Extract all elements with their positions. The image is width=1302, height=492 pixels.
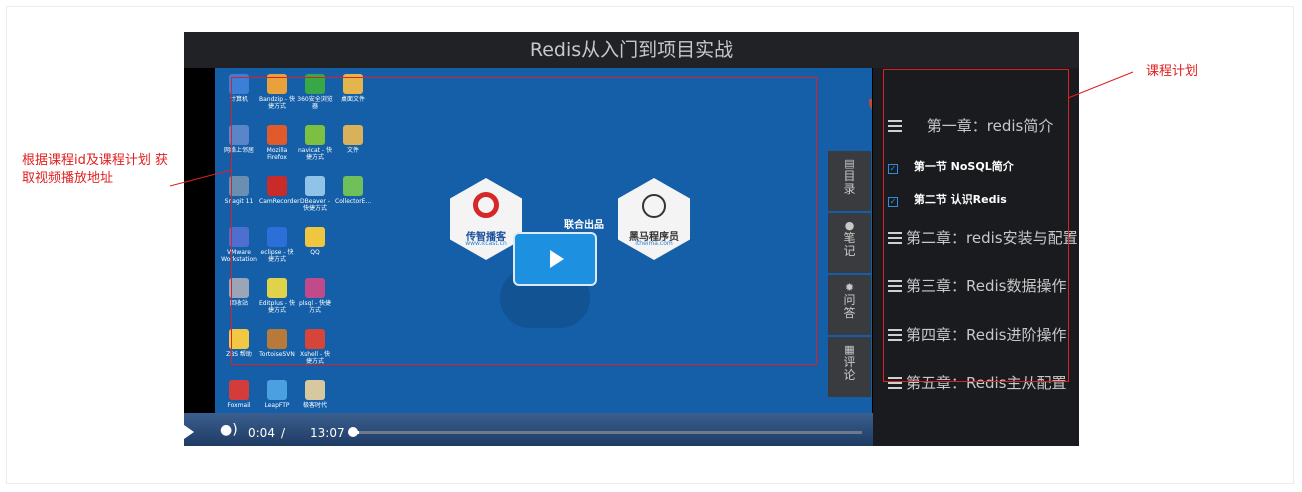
annotation-course-plan: 课程计划 [1146,64,1199,79]
right-annotation-line [1067,71,1134,99]
annotation-lines [169,71,1134,187]
left-annotation-line [169,169,232,187]
annotation-video-url: 根据课程id及课程计划 获取视频播放地址 [22,153,168,186]
